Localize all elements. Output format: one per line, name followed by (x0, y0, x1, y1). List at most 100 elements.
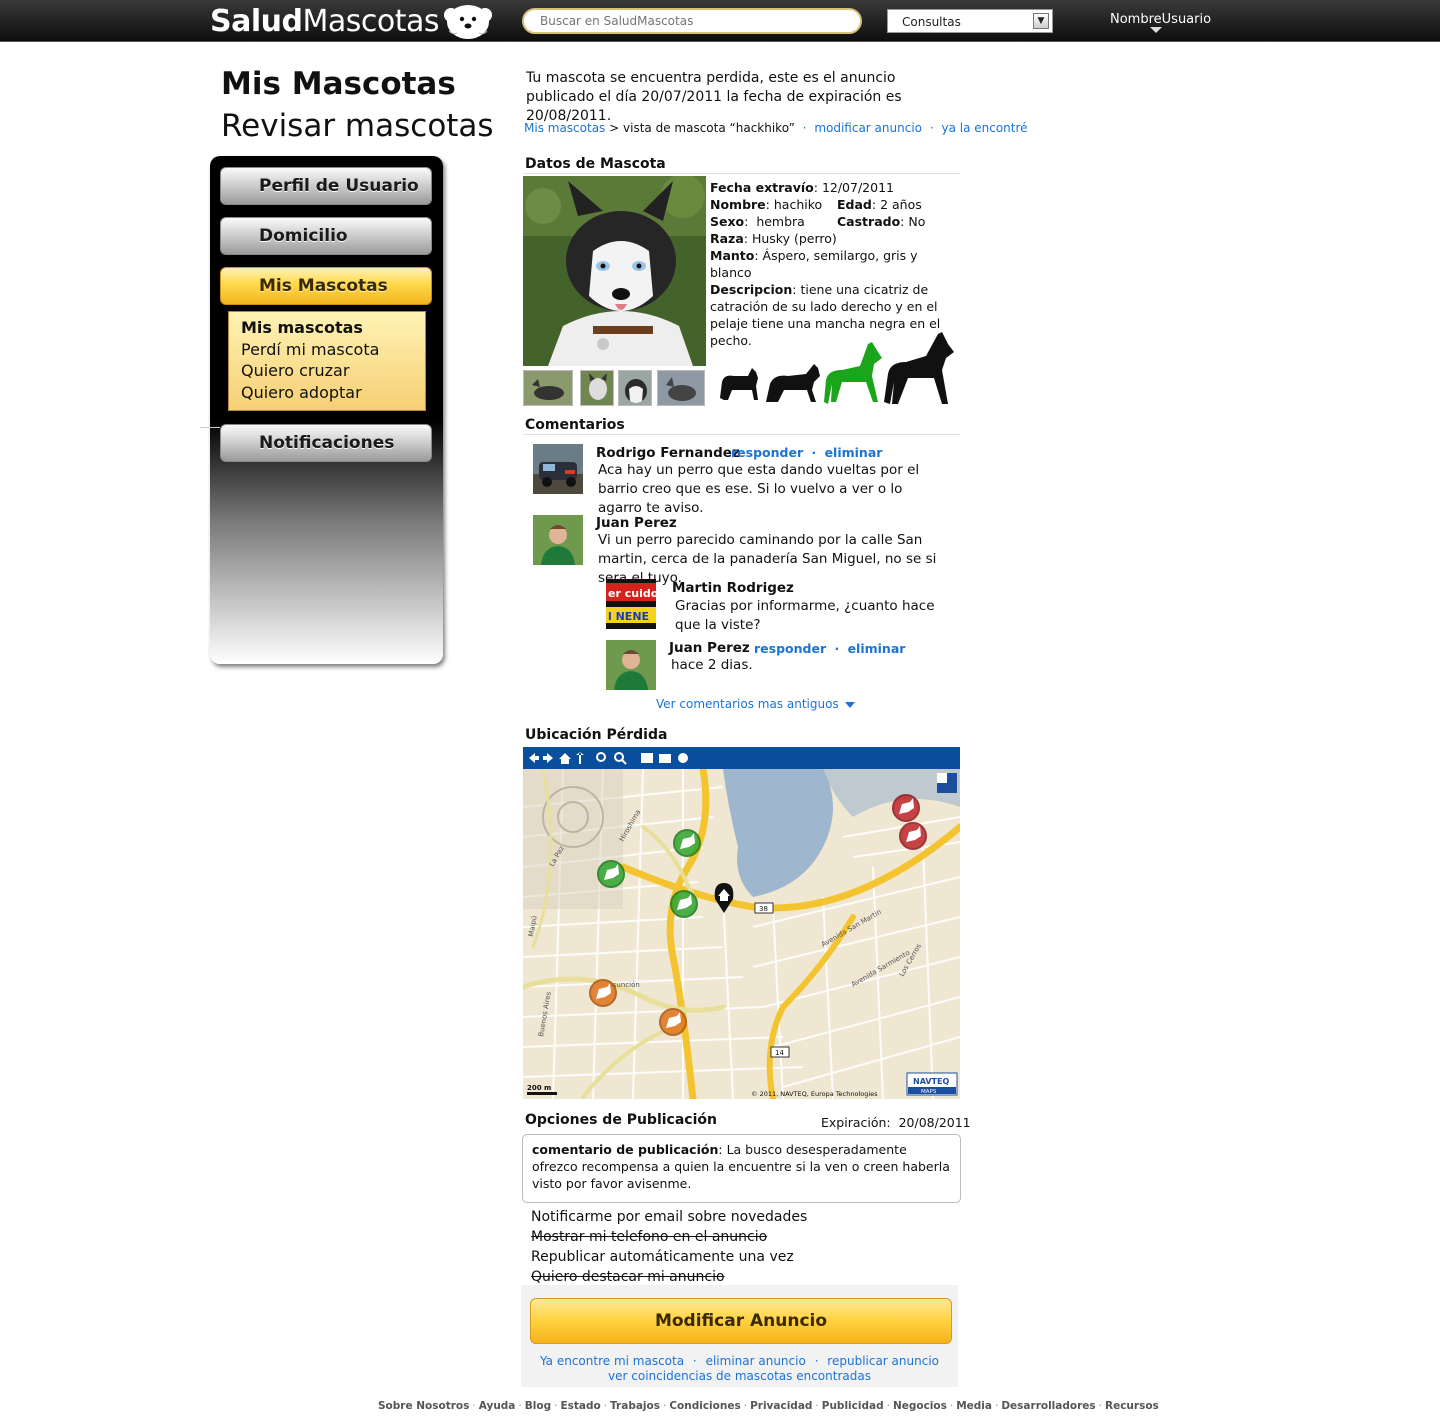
home-location-pin-icon[interactable] (714, 883, 734, 913)
footer-link[interactable]: Publicidad (822, 1400, 884, 1412)
footer-link[interactable]: Negocios (893, 1400, 947, 1412)
delete-link[interactable]: eliminar (848, 641, 906, 656)
footer-separator: · (662, 1400, 667, 1412)
expiration-value: 20/08/2011 (898, 1115, 971, 1130)
footer-separator: · (472, 1400, 476, 1412)
red-dog-marker[interactable] (899, 822, 927, 850)
sidebar-item-perfil[interactable]: Perfil de Usuario (220, 167, 432, 205)
footer-separator: · (815, 1400, 819, 1412)
submenu-item-adoptar[interactable]: Quiero adoptar (241, 382, 425, 404)
pet-thumbnail[interactable] (618, 370, 652, 406)
sidebar-item-notificaciones[interactable]: Notificaciones (220, 424, 432, 462)
sidebar-submenu: Mis mascotas Perdí mi mascota Quiero cru… (228, 311, 426, 411)
dot-separator: · (834, 641, 840, 656)
orange-dog-marker[interactable] (589, 979, 617, 1007)
size-medium-dog-icon[interactable] (766, 364, 820, 402)
field-label: Fecha extravío (710, 180, 814, 195)
delete-link[interactable]: eliminar (825, 445, 883, 460)
footer-separator: · (603, 1400, 608, 1412)
pet-neutered: No (908, 214, 926, 229)
comment-label: comentario de publicación (532, 1142, 719, 1157)
size-giant-dog-icon[interactable] (884, 332, 954, 404)
chevron-down-icon[interactable]: ▼ (1033, 13, 1049, 29)
pet-thumbnail[interactable] (657, 370, 705, 406)
select-value: Consultas (902, 15, 961, 29)
pet-details: Fecha extravío: 12/07/2011 Nombre: hachi… (710, 180, 941, 348)
breadcrumb-link[interactable]: Mis mascotas (524, 121, 605, 135)
user-caret-icon[interactable] (1150, 27, 1162, 33)
dot-separator: · (692, 1354, 697, 1368)
green-dog-marker[interactable] (673, 829, 701, 857)
field-label: Nombre (710, 197, 766, 212)
dot-separator: · (811, 445, 817, 460)
avatar[interactable] (606, 640, 656, 690)
option-show-phone: Mostrar mi telefono en el anuncio (531, 1229, 768, 1245)
footer-link[interactable]: Blog (525, 1400, 551, 1412)
site-logo[interactable]: Salud Mascotas (210, 2, 493, 40)
sidebar-item-domicilio[interactable]: Domicilio (220, 217, 432, 255)
pet-photo[interactable] (523, 176, 706, 366)
green-dog-marker[interactable] (670, 890, 698, 918)
comment-author[interactable]: Rodrigo Fernandez (596, 445, 740, 461)
size-large-dog-icon[interactable] (824, 342, 882, 404)
footer-link[interactable]: Trabajos (610, 1400, 660, 1412)
publication-comment-box[interactable]: comentario de publicación: La busco dese… (522, 1134, 961, 1203)
section-title-options: Opciones de Publicación (525, 1112, 717, 1128)
breadcrumb-dot: · (802, 121, 807, 135)
footer-separator: · (554, 1400, 558, 1412)
matches-link[interactable]: ver coincidencias de mascotas encontrada… (608, 1369, 871, 1383)
footer-link[interactable]: Privacidad (750, 1400, 812, 1412)
modify-ad-link[interactable]: modificar anuncio (814, 121, 922, 135)
footer-link[interactable]: Desarrolladores (1001, 1400, 1095, 1412)
comment-author[interactable]: Martin Rodrigez (672, 580, 794, 596)
footer-link[interactable]: Recursos (1105, 1400, 1159, 1412)
pet-age: 2 años (880, 197, 922, 212)
found-it-link[interactable]: ya la encontré (941, 121, 1027, 135)
divider (200, 427, 220, 428)
found-pet-link[interactable]: Ya encontre mi mascota (540, 1354, 684, 1368)
avatar[interactable]: er cuido l NENE (606, 579, 656, 629)
modify-ad-button[interactable]: Modificar Anuncio (530, 1298, 952, 1344)
footer-link[interactable]: Ayuda (479, 1400, 516, 1412)
submenu-item-perdi[interactable]: Perdí mi mascota (241, 339, 425, 361)
pet-lost-date: 12/07/2011 (821, 180, 894, 195)
reply-link[interactable]: responder (731, 445, 803, 460)
green-dog-marker[interactable] (597, 860, 625, 888)
footer-link[interactable]: Condiciones (669, 1400, 740, 1412)
pet-thumbnail[interactable] (580, 370, 614, 406)
reply-link[interactable]: responder (754, 641, 826, 656)
republish-link[interactable]: republicar anuncio (827, 1354, 939, 1368)
red-dog-marker[interactable] (892, 794, 920, 822)
delete-ad-link[interactable]: eliminar anuncio (706, 1354, 806, 1368)
older-comments-label: Ver comentarios mas antiguos (656, 697, 839, 711)
avatar[interactable] (533, 444, 583, 494)
pet-breed: Husky (perro) (751, 231, 837, 246)
footer-link[interactable]: Media (956, 1400, 992, 1412)
search-box[interactable] (522, 8, 862, 34)
comment-author[interactable]: Juan Perez (596, 515, 677, 531)
avatar[interactable] (533, 515, 583, 565)
breadcrumb: Mis mascotas > vista de mascota “hackhik… (524, 121, 1028, 135)
footer-link[interactable]: Estado (560, 1400, 600, 1412)
submenu-item-cruzar[interactable]: Quiero cruzar (241, 360, 425, 382)
search-category-select[interactable]: Consultas ▼ (887, 9, 1053, 33)
section-title-pet: Datos de Mascota (525, 156, 666, 172)
location-map[interactable]: 38 14 Avenida San Martin Avenida Sarmien… (523, 747, 960, 1099)
option-auto-republish[interactable]: Republicar automáticamente una vez (531, 1249, 794, 1265)
orange-dog-marker[interactable] (659, 1008, 687, 1036)
comment-text: hace 2 dias. (671, 657, 753, 673)
pet-thumbnail[interactable] (523, 370, 573, 406)
sidebar-item-mis-mascotas[interactable]: Mis Mascotas (220, 267, 432, 305)
search-input[interactable] (540, 14, 844, 28)
size-small-dog-icon[interactable] (720, 368, 758, 400)
avatar-text: l NENE (608, 610, 649, 623)
footer-link[interactable]: Sobre Nosotros (378, 1400, 469, 1412)
option-email-notify[interactable]: Notificarme por email sobre novedades (531, 1209, 807, 1225)
size-selector (720, 332, 954, 404)
top-header: SaludMascotas Consultas ▼ NombreUsuario (0, 0, 1440, 42)
older-comments-link[interactable]: Ver comentarios mas antiguos (656, 697, 855, 711)
submenu-item-mis-mascotas[interactable]: Mis mascotas (241, 317, 425, 339)
field-label: Manto (710, 248, 755, 263)
comment-author[interactable]: Juan Perez (669, 640, 750, 656)
user-menu[interactable]: NombreUsuario (1110, 12, 1211, 27)
